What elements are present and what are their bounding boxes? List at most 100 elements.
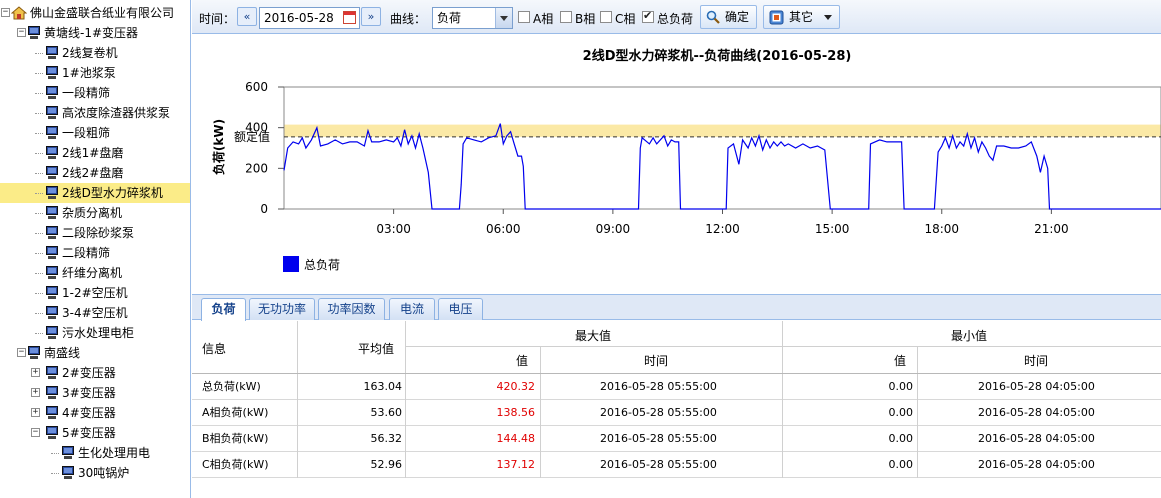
computer-icon	[45, 386, 59, 399]
tree-node[interactable]: 2线D型水力碎浆机	[0, 183, 190, 203]
tree-node[interactable]: 杂质分离机	[0, 203, 190, 223]
rated-band	[284, 124, 1161, 137]
tree-node-label: 2线1#盘磨	[62, 146, 124, 160]
tree-node[interactable]: 污水处理电柜	[0, 323, 190, 343]
expand-toggle-icon[interactable]: +	[31, 388, 40, 397]
tree-node-label: 30吨锅炉	[78, 466, 130, 480]
cell-info: A相负荷(kW)	[202, 406, 269, 419]
computer-icon	[45, 146, 59, 159]
load-chart: 2线D型水力碎浆机--负荷曲线(2016-05-28) 负荷(kW) 额定值02…	[211, 48, 1161, 272]
tree-connector	[35, 53, 43, 54]
cell-max-time: 2016-05-28 05:55:00	[600, 432, 717, 445]
checkbox-c-phase-label: C相	[615, 12, 636, 26]
curve-select[interactable]: 负荷	[432, 7, 513, 29]
tree-node[interactable]: 一段精筛	[0, 83, 190, 103]
tree-node[interactable]: 一段粗筛	[0, 123, 190, 143]
cell-info: 总负荷(kW)	[202, 380, 261, 393]
cell-info: C相负荷(kW)	[202, 458, 269, 471]
cell-avg: 56.32	[370, 432, 403, 445]
computer-icon	[45, 106, 59, 119]
tools-icon	[769, 10, 784, 25]
expand-toggle-icon[interactable]: +	[31, 368, 40, 377]
calendar-icon[interactable]	[343, 11, 356, 24]
computer-icon	[45, 166, 59, 179]
tree-root[interactable]: − 佛山金盛联合纸业有限公司	[0, 3, 190, 23]
tree-node[interactable]: +4#变压器	[0, 403, 190, 423]
col-divider	[782, 400, 783, 426]
checkbox-a-phase-label: A相	[533, 12, 554, 26]
tree-node-label: 2线复卷机	[62, 46, 118, 60]
computer-icon	[45, 46, 59, 59]
computer-icon	[45, 286, 59, 299]
tree-node[interactable]: 2线2#盘磨	[0, 163, 190, 183]
expand-toggle-icon[interactable]: +	[31, 408, 40, 417]
header-min-value: 值	[894, 354, 907, 368]
tree-node[interactable]: +2#变压器	[0, 363, 190, 383]
home-icon	[11, 6, 27, 20]
computer-icon	[61, 446, 75, 459]
prev-day-button[interactable]: «	[237, 7, 257, 26]
tree-node[interactable]: 1-2#空压机	[0, 283, 190, 303]
checkbox-c-phase[interactable]	[600, 11, 612, 23]
table-row: B相负荷(kW) 56.32 144.48 2016-05-28 05:55:00 0.…	[192, 426, 1161, 452]
next-day-button[interactable]: »	[361, 7, 381, 26]
tab-power-factor[interactable]: 功率因数	[318, 298, 385, 320]
collapse-toggle-icon[interactable]: −	[17, 28, 26, 37]
time-label: 时间：	[199, 12, 236, 26]
date-input[interactable]: 2016-05-28	[259, 7, 360, 29]
table-row: C相负荷(kW) 52.96 137.12 2016-05-28 05:55:00 0.…	[192, 452, 1161, 478]
x-tick-label: 15:00	[815, 222, 850, 236]
tab-voltage[interactable]: 电压	[438, 298, 483, 320]
collapse-toggle-icon[interactable]: −	[17, 348, 26, 357]
chevron-down-icon[interactable]	[495, 8, 512, 28]
tree-node-label: 二段除砂浆泵	[62, 226, 135, 240]
col-divider	[297, 400, 298, 426]
checkbox-b-phase[interactable]	[560, 11, 572, 23]
checkbox-total-load-label: 总负荷	[657, 12, 694, 26]
tree-node[interactable]: 3-4#空压机	[0, 303, 190, 323]
col-divider	[405, 321, 406, 373]
metric-tabs: 负荷 无功功率 功率因数 电流 电压	[192, 294, 1161, 321]
collapse-toggle-icon[interactable]: −	[1, 8, 10, 17]
tree-connector	[35, 233, 43, 234]
cell-min-time: 2016-05-28 04:05:00	[978, 432, 1095, 445]
tree-node[interactable]: 高浓度除渣器供浆泵	[0, 103, 190, 123]
tree-node[interactable]: 二段除砂浆泵	[0, 223, 190, 243]
checkbox-a-phase[interactable]	[518, 11, 530, 23]
tree-node[interactable]: 生化处理用电	[0, 443, 190, 463]
header-max-value: 值	[516, 354, 529, 368]
other-menu-button[interactable]: 其它	[763, 5, 840, 29]
curve-select-value: 负荷	[437, 11, 462, 25]
tree-node-label: 污水处理电柜	[62, 326, 135, 340]
col-divider	[540, 452, 541, 478]
cell-min-value: 0.00	[888, 380, 914, 393]
checkbox-total-load[interactable]	[642, 9, 654, 23]
tree-node[interactable]: − 黄塘线-1#变压器	[0, 23, 190, 43]
tree-node[interactable]: 2线1#盘磨	[0, 143, 190, 163]
tree-connector	[35, 293, 43, 294]
tree-node[interactable]: 纤维分离机	[0, 263, 190, 283]
header-max: 最大值	[575, 329, 612, 343]
tree-node-label: 高浓度除渣器供浆泵	[62, 106, 171, 120]
cell-min-time: 2016-05-28 04:05:00	[978, 406, 1095, 419]
cell-max-value: 420.32	[496, 380, 536, 393]
tree-connector	[35, 213, 43, 214]
col-divider	[782, 452, 783, 478]
tree-node[interactable]: − 南盛线	[0, 343, 190, 363]
tree-node[interactable]: − 5#变压器	[0, 423, 190, 443]
tab-reactive-power[interactable]: 无功功率	[249, 298, 315, 320]
y-tick-label: 400	[245, 121, 268, 135]
tree-node[interactable]: +3#变压器	[0, 383, 190, 403]
tab-load[interactable]: 负荷	[201, 298, 246, 321]
collapse-toggle-icon[interactable]: −	[31, 428, 40, 437]
tree-node[interactable]: 二段精筛	[0, 243, 190, 263]
chart-title: 2线D型水力碎浆机--负荷曲线(2016-05-28)	[583, 48, 852, 64]
tree-node[interactable]: 2线复卷机	[0, 43, 190, 63]
computer-icon	[45, 406, 59, 419]
confirm-button[interactable]: 确定	[700, 5, 757, 29]
computer-icon	[45, 226, 59, 239]
tree-node[interactable]: 1#池浆泵	[0, 63, 190, 83]
tab-current[interactable]: 电流	[389, 298, 435, 320]
tree-node[interactable]: 30吨锅炉	[0, 463, 190, 483]
curve-label: 曲线：	[390, 12, 427, 26]
